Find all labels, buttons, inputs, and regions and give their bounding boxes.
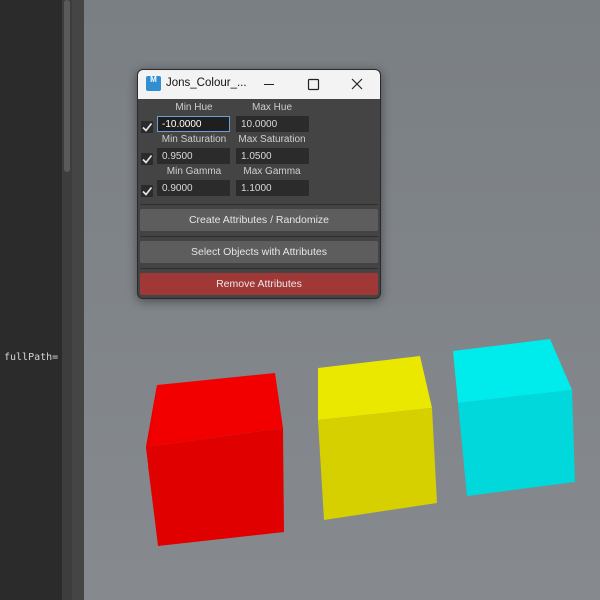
- script-code-text[interactable]: fullPath=: [4, 352, 58, 363]
- maximize-button[interactable]: [293, 70, 333, 99]
- min-saturation-label: Min Saturation: [161, 134, 227, 145]
- minimize-icon: [264, 84, 274, 85]
- checkmark-icon: [142, 187, 153, 196]
- separator: [140, 236, 378, 237]
- separator: [140, 204, 378, 205]
- script-editor-panel[interactable]: [0, 0, 62, 600]
- close-button[interactable]: [337, 70, 377, 99]
- max-gamma-label: Max Gamma: [243, 166, 301, 177]
- checkmark-icon: [142, 123, 153, 132]
- create-attributes-button[interactable]: Create Attributes / Randomize: [140, 209, 378, 231]
- maximize-icon: [307, 78, 320, 91]
- remove-attributes-button[interactable]: Remove Attributes: [140, 273, 378, 295]
- gamma-checkbox[interactable]: [141, 185, 153, 197]
- script-scrollbar-thumb[interactable]: [64, 0, 70, 172]
- min-hue-input[interactable]: -10.0000: [157, 116, 230, 132]
- window-body: Min Hue Max Hue -10.0000 10.0000 Min Sat…: [138, 99, 380, 298]
- max-saturation-label: Max Saturation: [238, 134, 306, 145]
- min-hue-label: Min Hue: [175, 102, 213, 113]
- red-cube-front[interactable]: [146, 428, 284, 546]
- yellow-cube[interactable]: [318, 356, 437, 520]
- max-hue-input[interactable]: 10.0000: [236, 116, 309, 132]
- maya-app-icon: M: [146, 76, 161, 91]
- hue-checkbox[interactable]: [141, 121, 153, 133]
- cyan-cube[interactable]: [453, 339, 575, 496]
- yellow-cube-front[interactable]: [318, 408, 437, 520]
- max-gamma-input[interactable]: 1.1000: [236, 180, 309, 196]
- min-gamma-label: Min Gamma: [166, 166, 222, 177]
- min-saturation-input[interactable]: 0.9500: [157, 148, 230, 164]
- saturation-checkbox[interactable]: [141, 153, 153, 165]
- window-titlebar[interactable]: M Jons_Colour_...: [138, 70, 380, 99]
- tool-window[interactable]: M Jons_Colour_... Min Hue Max Hue -10.00…: [137, 69, 381, 299]
- panel-splitter[interactable]: [72, 0, 84, 600]
- close-icon: [351, 78, 363, 90]
- min-gamma-input[interactable]: 0.9000: [157, 180, 230, 196]
- minimize-button[interactable]: [249, 70, 289, 99]
- cyan-cube-front[interactable]: [458, 390, 575, 496]
- red-cube[interactable]: [146, 373, 284, 546]
- checkmark-icon: [142, 155, 153, 164]
- max-saturation-input[interactable]: 1.0500: [236, 148, 309, 164]
- window-title: Jons_Colour_...: [166, 77, 247, 89]
- max-hue-label: Max Hue: [251, 102, 292, 113]
- separator: [140, 268, 378, 269]
- select-objects-button[interactable]: Select Objects with Attributes: [140, 241, 378, 263]
